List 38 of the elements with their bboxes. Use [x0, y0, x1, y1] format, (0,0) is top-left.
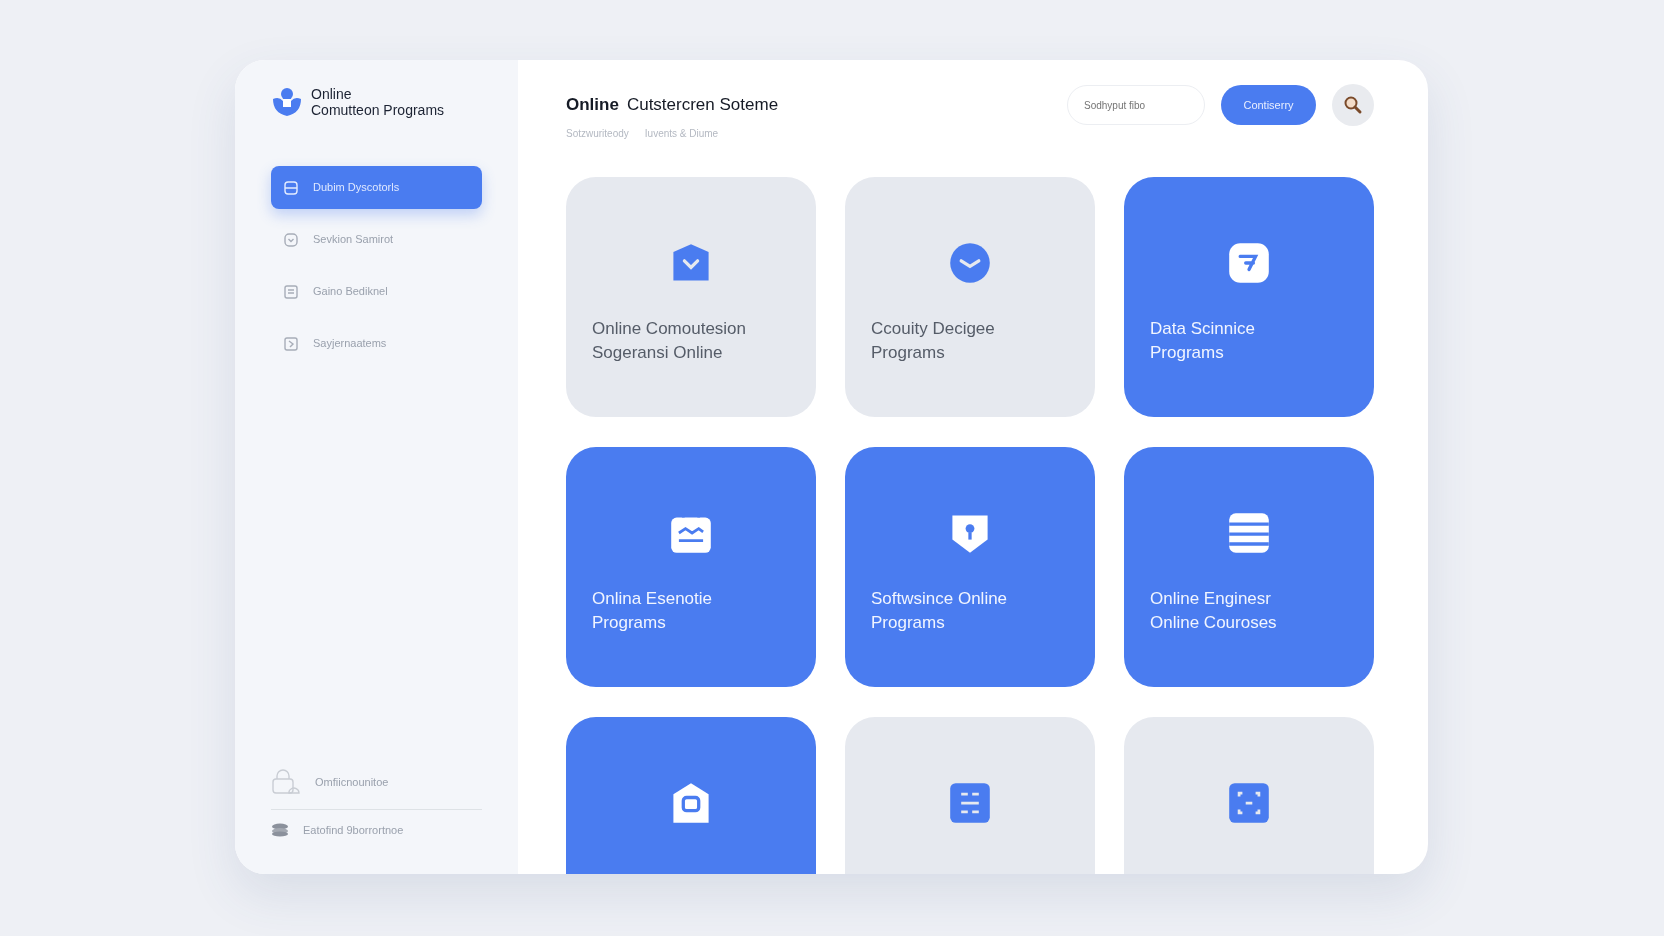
program-card[interactable]: Online Enginesr Online Couroses: [1124, 446, 1374, 687]
sidebar-item[interactable]: Sevkion Samirot: [271, 218, 482, 261]
program-icon: [948, 780, 992, 825]
menu-icon: [283, 335, 299, 352]
sidebar-item[interactable]: Sayjernaatems: [271, 322, 482, 365]
breadcrumb-item[interactable]: Sotzwuriteody: [566, 125, 629, 141]
lock-icon: [271, 768, 301, 797]
program-icon: [1227, 240, 1271, 285]
app-name: Online Comutteon Programs: [311, 86, 445, 118]
search-button[interactable]: [1332, 84, 1374, 126]
program-icon: [1227, 780, 1271, 825]
card-title: Online Enginesr Online Couroses: [1150, 587, 1277, 634]
breadcrumb-item[interactable]: Iuvents & Diume: [644, 125, 719, 141]
card-title: Ccouity Decigee Programs: [871, 317, 995, 364]
card-title: Online Comoutesion Sogeransi Online: [592, 317, 747, 364]
program-card[interactable]: Onlina Esenotie Programs: [566, 446, 816, 687]
card-title: Softwsince Online Programs: [871, 587, 1008, 634]
menu-icon: [283, 231, 299, 248]
program-card[interactable]: Ccouity Decigee Programs: [845, 176, 1095, 417]
sidebar-link[interactable]: Eatofind 9borrortnoe: [303, 821, 404, 838]
stack-icon: [271, 822, 289, 837]
sidebar-link[interactable]: Omfiicnounitoe: [315, 774, 389, 791]
program-card[interactable]: Softwsince Online Programs: [845, 446, 1095, 687]
sidebar-item[interactable]: Dubim Dyscotorls: [271, 166, 482, 209]
program-icon: [1227, 510, 1271, 555]
card-title: Onlina Esenotie Programs: [592, 587, 713, 634]
search-icon: [1343, 95, 1363, 115]
program-card[interactable]: Online Comoutesion Sogeransi Online: [566, 176, 816, 417]
program-icon: [948, 240, 992, 285]
sidebar-item[interactable]: Gaino Bediknel: [271, 270, 482, 313]
category-button[interactable]: Contiserry: [1221, 85, 1316, 125]
search-field[interactable]: Sodhyput fibo: [1067, 85, 1205, 125]
logo-icon: [271, 87, 303, 117]
program-card[interactable]: Data Scinnice Programs: [1124, 176, 1374, 417]
card-title: Data Scinnice Programs: [1150, 317, 1255, 364]
menu-icon: [283, 179, 299, 196]
menu-icon: [283, 283, 299, 300]
page-title: Online Cutstercren Soteme: [566, 94, 779, 116]
